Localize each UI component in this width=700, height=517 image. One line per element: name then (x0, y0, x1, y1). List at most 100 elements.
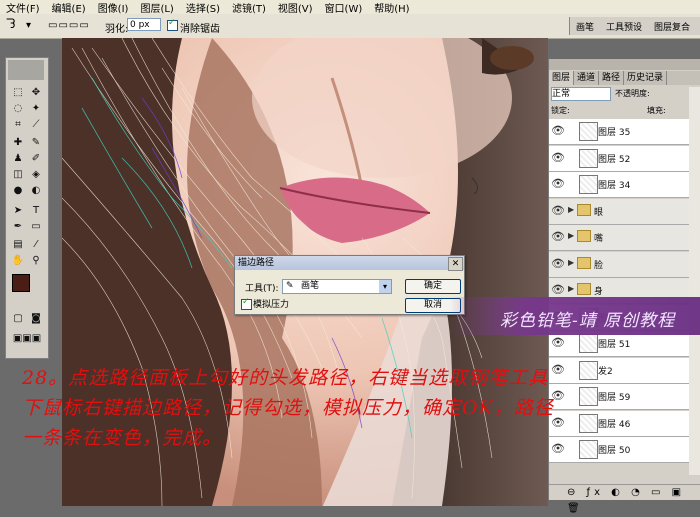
tutorial-caption: 28。点选路径面板上勾好的头发路径，右键当选取钢笔工具 下鼠标右键描边路径，记得… (22, 363, 700, 453)
tab-layer-comps[interactable]: 图层复合 (654, 20, 690, 33)
brush-icon: ✎ (286, 281, 294, 291)
layer-name: 图层 51 (598, 340, 631, 350)
shape-tool-icon[interactable]: ▭ (28, 220, 44, 234)
hand-tool-icon[interactable]: ✋ (10, 254, 26, 268)
visibility-eye-icon[interactable]: 👁 (551, 257, 565, 271)
simulate-pressure-checkbox[interactable] (241, 297, 252, 310)
layer-thumbnail (579, 148, 598, 168)
layer-group-row[interactable]: 👁 ▶ 脸 (549, 251, 689, 278)
brush-tool-icon[interactable]: ✎ (28, 136, 44, 150)
layer-row[interactable]: 👁 图层 52 (549, 145, 689, 172)
caption-line: 28。点选路径面板上勾好的头发路径，右键当选取钢笔工具 (22, 367, 549, 389)
tab-tool-presets[interactable]: 工具预设 (606, 20, 642, 33)
menu-item[interactable]: 窗口(W) (319, 0, 369, 15)
tab-channels[interactable]: 通道 (574, 71, 600, 85)
visibility-eye-icon[interactable]: 👁 (551, 124, 565, 138)
menu-item[interactable]: 图层(L) (134, 0, 179, 15)
magic-wand-icon[interactable]: ✦ (28, 102, 44, 116)
foreground-color-swatch[interactable] (12, 274, 30, 292)
visibility-eye-icon[interactable]: 👁 (551, 151, 565, 165)
tab-history[interactable]: 历史记录 (624, 71, 668, 85)
selection-mode-icons[interactable]: ▭▭▭▭ (48, 20, 90, 31)
expand-arrow-icon[interactable]: ▶ (568, 231, 574, 240)
eyedropper-icon[interactable]: ⁄ (28, 238, 44, 252)
standard-mode-icon[interactable]: ▢ (10, 312, 26, 326)
visibility-eye-icon[interactable]: 👁 (551, 336, 565, 350)
quickmask-mode-icon[interactable]: ◙ (28, 312, 44, 326)
notes-tool-icon[interactable]: ▤ (10, 238, 26, 252)
paint-bucket-icon[interactable]: ◈ (28, 168, 44, 182)
opacity-label: 不透明度: (615, 89, 650, 98)
folder-icon (577, 230, 591, 242)
move-tool-icon[interactable]: ✥ (28, 86, 44, 100)
menu-item[interactable]: 编辑(E) (46, 0, 92, 15)
screen-mode-icons[interactable]: ▣▣▣ (10, 332, 44, 346)
layer-name: 脸 (594, 260, 604, 271)
visibility-eye-icon[interactable]: 👁 (551, 177, 565, 191)
healing-brush-icon[interactable]: ✚ (10, 136, 26, 150)
marquee-tool-icon[interactable]: ⬚ (10, 86, 26, 100)
tab-paths[interactable]: 路径 (599, 71, 625, 85)
ok-button[interactable]: 确定 (405, 279, 461, 294)
clone-stamp-icon[interactable]: ♟ (10, 152, 26, 166)
expand-arrow-icon[interactable]: ▶ (568, 284, 574, 293)
menu-item[interactable]: 帮助(H) (368, 0, 415, 15)
toolbox: ⬚ ✥ ◌ ✦ ⌗ ⟋ ✚ ✎ ♟ ✐ ◫ ◈ ● ◐ ➤ T ✒ ▭ ▤ ⁄ … (5, 57, 49, 359)
layer-name: 图层 34 (598, 181, 631, 191)
fill-label: 填充: (647, 106, 666, 115)
feather-input[interactable]: 0 px (127, 18, 161, 31)
pen-tool-icon[interactable]: ✒ (10, 220, 26, 234)
tool-preset-chevron-icon[interactable]: ▾ (26, 20, 31, 31)
history-brush-icon[interactable]: ✐ (28, 152, 44, 166)
layers-bottom-toolbar-icons[interactable]: ⊖ ƒx ◐ ◔ ▭ ▣ 🗑 (549, 484, 700, 514)
visibility-eye-icon[interactable]: 👁 (551, 230, 565, 244)
antialias-label: 消除锯齿 (180, 24, 220, 35)
layer-name: 眼 (594, 207, 604, 218)
menu-item[interactable]: 文件(F) (0, 0, 46, 15)
zoom-tool-icon[interactable]: ⚲ (28, 254, 44, 268)
menu-bar: 文件(F) 编辑(E) 图像(I) 图层(L) 选择(S) 滤镜(T) 视图(V) 窗口(W)… (0, 0, 700, 15)
menu-item[interactable]: 滤镜(T) (226, 0, 272, 15)
tool-select-value: 画笔 (301, 281, 320, 291)
lock-label: 锁定: (551, 106, 570, 115)
lasso-tool-icon[interactable]: ᘊ (6, 17, 15, 32)
caption-line: 一条条在变色，完成。 (22, 427, 223, 449)
folder-icon (577, 256, 591, 269)
simulate-pressure-label: 模拟压力 (253, 300, 290, 310)
dialog-close-button[interactable]: ✕ (448, 257, 463, 271)
slice-tool-icon[interactable]: ⟋ (28, 118, 44, 132)
lasso-tool-icon[interactable]: ◌ (10, 102, 26, 116)
expand-arrow-icon[interactable]: ▶ (568, 205, 574, 214)
blur-tool-icon[interactable]: ● (10, 184, 26, 198)
dialog-title: 描边路径 (235, 256, 464, 270)
photoshop-feather-logo (8, 60, 44, 80)
tab-layers[interactable]: 图层 (549, 71, 575, 85)
layer-thumbnail (579, 334, 598, 353)
chevron-down-icon[interactable]: ▾ (379, 280, 391, 293)
eraser-tool-icon[interactable]: ◫ (10, 168, 26, 182)
layer-name: 图层 35 (598, 128, 631, 138)
path-select-icon[interactable]: ➤ (10, 204, 26, 218)
antialias-checkbox[interactable] (167, 18, 178, 32)
visibility-eye-icon[interactable]: 👁 (551, 204, 565, 218)
feather-label: 羽化: (105, 24, 129, 35)
dodge-tool-icon[interactable]: ◐ (28, 184, 44, 198)
layer-group-row[interactable]: 👁 ▶ 嘴 (549, 225, 689, 251)
menu-item[interactable]: 选择(S) (180, 0, 226, 15)
blend-mode-value: 正常 (552, 89, 571, 99)
tab-brushes[interactable]: 画笔 (576, 20, 594, 33)
tool-select[interactable]: ✎ 画笔 ▾ (282, 279, 392, 294)
type-tool-icon[interactable]: T (28, 204, 44, 218)
blend-mode-select[interactable]: 正常 (551, 87, 611, 101)
expand-arrow-icon[interactable]: ▶ (568, 258, 574, 267)
menu-item[interactable]: 视图(V) (272, 0, 319, 15)
watermark-banner: 彩色铅笔-靖 原创教程 (450, 297, 700, 335)
tool-label: 工具(T): (245, 284, 279, 294)
layer-row[interactable]: 👁 图层 35 (549, 119, 689, 145)
crop-tool-icon[interactable]: ⌗ (10, 118, 26, 132)
layer-row[interactable]: 👁 图层 34 (549, 172, 689, 198)
visibility-eye-icon[interactable]: 👁 (551, 283, 565, 297)
menu-item[interactable]: 图像(I) (92, 0, 135, 15)
layer-group-row[interactable]: 👁 ▶ 眼 (549, 198, 689, 225)
panel-header (549, 59, 700, 70)
